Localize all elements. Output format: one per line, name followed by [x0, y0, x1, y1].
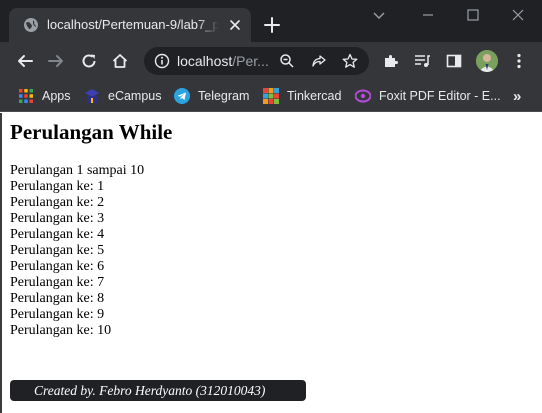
output-line: Perulangan ke: 2	[10, 195, 105, 210]
share-icon[interactable]	[311, 53, 327, 69]
bookmarks-bar: Apps eCampus Telegram Tinkercad Foxit PD…	[0, 80, 542, 112]
bookmarks-overflow-button[interactable]: »	[513, 80, 521, 112]
output-line: Perulangan ke: 5	[10, 243, 105, 258]
tinkercad-icon	[263, 88, 279, 104]
menu-kebab-icon[interactable]	[510, 52, 528, 70]
foxit-icon	[355, 89, 371, 103]
bookmark-label: Apps	[42, 89, 71, 103]
new-tab-icon[interactable]	[263, 16, 281, 34]
output-line: Perulangan 1 sampai 10	[10, 163, 145, 178]
bookmark-label: Telegram	[198, 89, 250, 103]
maximize-icon[interactable]	[465, 7, 481, 23]
footer-credit: Created by. Febro Herdyanto (312010043)	[10, 380, 306, 401]
output-line: Perulangan ke: 9	[10, 307, 105, 322]
output-line: Perulangan ke: 10	[10, 323, 112, 338]
ecampus-icon	[85, 89, 99, 103]
page-title: Perulangan While	[10, 120, 173, 144]
tab-strip: localhost/Pertemuan-9/lab7_php	[0, 0, 542, 42]
profile-avatar[interactable]	[476, 50, 498, 72]
media-control-icon[interactable]	[413, 52, 431, 70]
close-window-icon[interactable]	[510, 7, 526, 23]
bookmark-telegram[interactable]: Telegram	[174, 80, 249, 112]
bookmark-label: Tinkercad	[287, 89, 342, 103]
profile-picture	[476, 50, 498, 72]
output-line: Perulangan ke: 1	[10, 179, 105, 194]
side-panel-icon[interactable]	[445, 52, 463, 70]
bookmark-star-icon[interactable]	[342, 53, 358, 69]
url-host: localhost	[177, 53, 233, 69]
site-info-icon[interactable]	[154, 53, 170, 69]
output-line: Perulangan ke: 8	[10, 291, 105, 306]
output-line: Perulangan ke: 3	[10, 211, 105, 226]
address-bar[interactable]: localhost/Per...	[144, 47, 369, 75]
zoom-icon[interactable]	[279, 53, 295, 69]
toolbar: localhost/Per...	[0, 42, 542, 80]
bookmark-label: eCampus	[108, 89, 162, 103]
reload-icon[interactable]	[80, 52, 98, 70]
url-text[interactable]: localhost/Per...	[177, 53, 269, 69]
apps-grid-icon	[19, 89, 33, 103]
bookmark-foxit[interactable]: Foxit PDF Editor - E...	[355, 80, 501, 112]
output-line: Perulangan ke: 6	[10, 259, 105, 274]
overflow-chevron-icon: »	[513, 87, 522, 105]
page-content: Perulangan While Perulangan 1 sampai 10 …	[0, 113, 542, 413]
bookmark-ecampus[interactable]: eCampus	[84, 80, 162, 112]
url-path: /Per...	[232, 53, 269, 69]
forward-icon[interactable]	[47, 52, 65, 70]
browser-tab[interactable]: localhost/Pertemuan-9/lab7_php	[9, 8, 251, 42]
home-icon[interactable]	[111, 52, 129, 70]
tab-search-chevron-icon[interactable]	[371, 7, 387, 23]
bookmark-apps[interactable]: Apps	[18, 80, 71, 112]
tab-title: localhost/Pertemuan-9/lab7_php	[47, 17, 219, 32]
output-line: Perulangan ke: 7	[10, 275, 105, 290]
extensions-puzzle-icon[interactable]	[382, 52, 400, 70]
output-line: Perulangan ke: 4	[10, 227, 105, 242]
telegram-icon	[174, 88, 190, 104]
bookmark-label: Foxit PDF Editor - E...	[379, 89, 501, 103]
bookmark-tinkercad[interactable]: Tinkercad	[263, 80, 341, 112]
close-tab-icon[interactable]	[227, 17, 243, 33]
globe-icon	[24, 18, 38, 32]
loop-output: Perulangan 1 sampai 10 Perulangan ke: 1 …	[10, 163, 144, 339]
back-icon[interactable]	[16, 52, 34, 70]
minimize-icon[interactable]	[420, 7, 436, 23]
